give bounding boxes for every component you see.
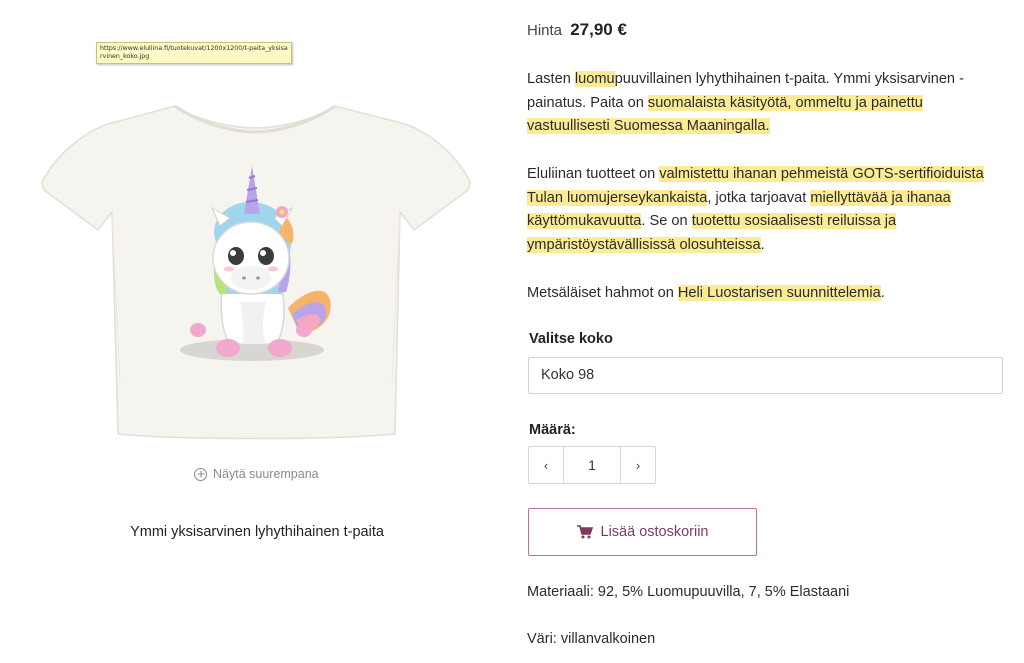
highlighted-text: Heli Luostarisen suunnittelemia xyxy=(677,285,881,301)
text-segment: , jotka tarjoavat xyxy=(707,189,811,206)
price-value: 27,90 € xyxy=(570,20,627,39)
text-segment: Lasten xyxy=(527,71,575,87)
zoom-label: Näytä suurempana xyxy=(213,467,319,481)
increase-quantity-button[interactable]: › xyxy=(620,447,655,483)
plus-circle-icon xyxy=(194,467,207,481)
chevron-right-icon: › xyxy=(635,457,641,473)
zoom-link[interactable]: Näytä suurempana xyxy=(194,467,319,481)
highlighted-text: luomu xyxy=(574,71,615,87)
add-to-cart-label: Lisää ostoskoriin xyxy=(600,524,709,540)
quantity-stepper: ‹ 1 › xyxy=(528,446,656,484)
size-label: Valitse koko xyxy=(529,331,613,347)
text-segment: Metsäläiset hahmot on xyxy=(527,285,678,301)
material-text: Materiaali: 92, 5% Luomupuuvilla, 7, 5% … xyxy=(527,584,850,600)
quantity-input[interactable]: 1 xyxy=(564,447,620,483)
quantity-label: Määrä: xyxy=(529,422,576,438)
price-label: Hinta xyxy=(527,22,563,39)
color-text: Väri: villanvalkoinen xyxy=(527,631,656,647)
size-select[interactable]: Koko 98 xyxy=(528,357,1003,394)
image-url-tooltip: https://www.eluliina.fi/tuotekuvat/1200x… xyxy=(96,42,292,64)
shopping-cart-icon xyxy=(576,525,593,539)
price-row: Hinta 27,90 € xyxy=(527,20,627,40)
description-paragraph-1: Lasten luomupuuvillainen lyhythihainen t… xyxy=(527,68,1005,139)
text-segment: . xyxy=(760,236,765,253)
product-caption: Ymmi yksisarvinen lyhythihainen t-paita xyxy=(130,524,384,540)
chevron-left-icon: ‹ xyxy=(543,457,549,473)
text-segment: Eluliinan tuotteet on xyxy=(527,166,660,182)
text-segment: . Se on xyxy=(641,213,692,230)
text-segment: . xyxy=(880,285,885,301)
description-paragraph-3: Metsäläiset hahmot on Heli Luostarisen s… xyxy=(527,282,1005,306)
decrease-quantity-button[interactable]: ‹ xyxy=(529,447,564,483)
add-to-cart-button[interactable]: Lisää ostoskoriin xyxy=(528,508,757,556)
description-paragraph-2: Eluliinan tuotteet on valmistettu ihanan… xyxy=(527,163,1005,257)
product-image-column: https://www.eluliina.fi/tuotekuvat/1200x… xyxy=(0,0,510,663)
product-image[interactable] xyxy=(30,62,480,442)
